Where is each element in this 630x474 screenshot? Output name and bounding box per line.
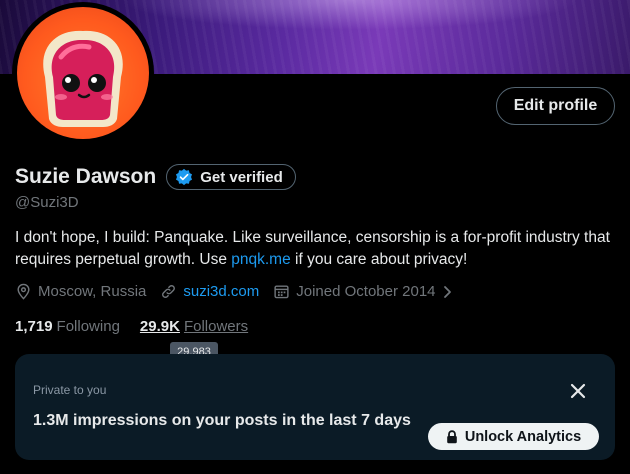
- followers-count: 29.9K: [139, 318, 180, 335]
- profile-bio: I don't hope, I build: Panquake. Like su…: [15, 227, 625, 271]
- chevron-right-icon: [443, 285, 451, 298]
- close-icon[interactable]: [568, 381, 588, 401]
- edit-profile-button[interactable]: Edit profile: [496, 87, 615, 125]
- followers-link[interactable]: 29.9K Followers: [140, 318, 248, 335]
- bio-link[interactable]: pnqk.me: [231, 251, 290, 268]
- location-item: Moscow, Russia: [15, 283, 146, 300]
- bio-text-end: if you care about privacy!: [290, 251, 468, 268]
- toast-character-image: [43, 30, 123, 127]
- following-count: 1,719: [15, 318, 53, 335]
- impressions-text: 1.3M impressions on your posts in the la…: [33, 412, 411, 429]
- unlock-analytics-button[interactable]: Unlock Analytics: [428, 423, 599, 450]
- followers-label: Followers: [183, 318, 249, 335]
- verified-badge-icon: [176, 168, 193, 186]
- following-link[interactable]: 1,719 Following: [15, 318, 120, 335]
- joined-item[interactable]: Joined October 2014: [273, 283, 452, 300]
- calendar-icon: [274, 285, 289, 299]
- following-label: Following: [56, 318, 120, 335]
- avatar[interactable]: [12, 2, 154, 144]
- website-link[interactable]: suzi3d.com: [183, 283, 259, 300]
- profile-meta: Moscow, Russia suzi3d.com Joined October…: [15, 283, 467, 300]
- display-name: Suzie Dawson: [15, 165, 157, 188]
- get-verified-button[interactable]: Get verified: [166, 164, 296, 190]
- user-handle: @Suzi3D: [15, 194, 79, 211]
- private-analytics-card: Private to you 1.3M impressions on your …: [15, 354, 615, 460]
- link-icon: [162, 285, 176, 298]
- lock-icon: [447, 429, 457, 443]
- location-icon: [17, 283, 30, 300]
- private-label: Private to you: [33, 383, 107, 397]
- name-row: Suzie Dawson Get verified: [15, 164, 296, 190]
- website-item[interactable]: suzi3d.com: [160, 283, 259, 300]
- unlock-analytics-label: Unlock Analytics: [464, 428, 582, 445]
- joined-text: Joined October 2014: [296, 283, 436, 300]
- get-verified-label: Get verified: [200, 168, 283, 186]
- location-text: Moscow, Russia: [38, 283, 147, 300]
- follow-stats: 1,719 Following 29.9K Followers: [15, 318, 268, 335]
